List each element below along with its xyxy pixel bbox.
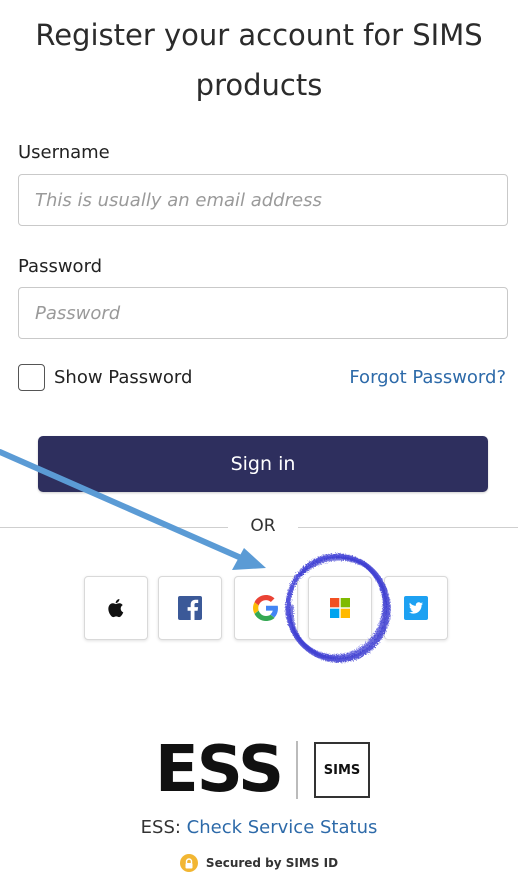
- show-password-toggle[interactable]: Show Password: [18, 364, 192, 391]
- password-input[interactable]: [18, 287, 508, 339]
- show-password-label: Show Password: [54, 367, 193, 388]
- page-title-line-2: products: [195, 68, 323, 102]
- facebook-signin-button[interactable]: [158, 576, 222, 640]
- lock-icon: [179, 854, 198, 872]
- username-input[interactable]: [18, 174, 508, 226]
- google-icon: [253, 595, 278, 621]
- twitter-icon: [404, 596, 428, 620]
- logo-divider: [296, 741, 299, 799]
- secured-text: Secured by SIMS ID: [205, 856, 339, 870]
- username-label: Username: [18, 142, 110, 163]
- apple-signin-button[interactable]: [84, 576, 148, 640]
- ess-logo: ESS: [155, 733, 284, 807]
- service-prefix: ESS:: [140, 817, 187, 838]
- apple-icon: [108, 599, 124, 618]
- sims-logo-badge: SIMS: [314, 742, 371, 798]
- check-service-status-link[interactable]: Check Service Status: [187, 817, 378, 838]
- sign-in-button[interactable]: Sign in: [38, 436, 488, 492]
- forgot-password-link[interactable]: Forgot Password?: [349, 367, 506, 388]
- facebook-icon: [178, 596, 202, 620]
- page-title: Register your account for SIMS products: [0, 10, 518, 110]
- separator-line-left: [0, 527, 228, 528]
- ess-sims-logo: ESS SIMS: [155, 733, 371, 807]
- twitter-signin-button[interactable]: [384, 576, 448, 640]
- secured-by-badge: Secured by SIMS ID: [0, 854, 518, 872]
- show-password-checkbox[interactable]: [18, 364, 45, 391]
- page-title-line-1: Register your account for SIMS: [35, 18, 483, 52]
- microsoft-icon: [330, 598, 350, 618]
- or-separator: OR: [250, 516, 276, 536]
- google-signin-button[interactable]: [234, 576, 298, 640]
- service-status: ESS: Check Service Status: [0, 817, 518, 838]
- microsoft-signin-button[interactable]: [308, 576, 372, 640]
- separator-line-right: [298, 527, 518, 528]
- password-label: Password: [18, 256, 103, 277]
